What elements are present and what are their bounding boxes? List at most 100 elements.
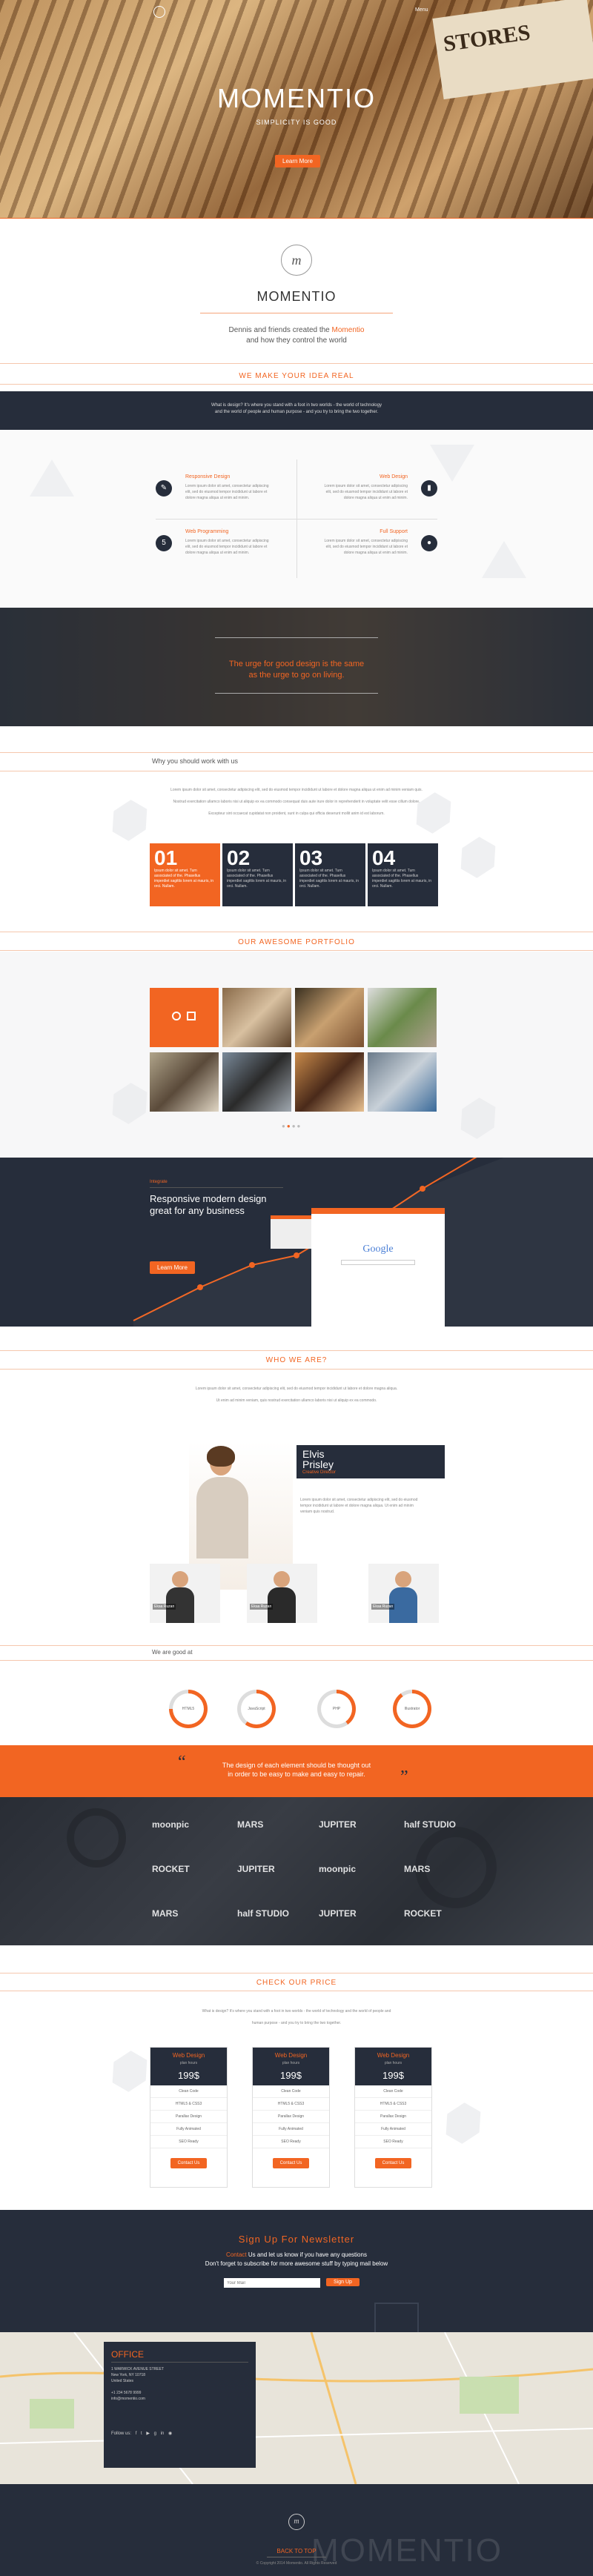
- testimonial-line2: in order to be easy to make and easy to …: [228, 1770, 365, 1778]
- search-brand-logo: Google: [362, 1244, 394, 1255]
- quote-section: The urge for good design is the same as …: [0, 608, 593, 726]
- feature-title-programming: Web Programming: [185, 529, 229, 534]
- who-bottom-line: [0, 1369, 593, 1370]
- plan-price: 199$: [382, 2070, 404, 2081]
- browser-mockup: Google: [311, 1208, 445, 1327]
- team-member-card[interactable]: Ekaa Ruzan: [247, 1564, 317, 1623]
- portfolio-item[interactable]: [150, 988, 219, 1047]
- twitter-icon[interactable]: t: [141, 2431, 142, 2436]
- clients-overlay: [0, 1797, 593, 1945]
- step-text: Ipsum dolor sit amet. Turn associated of…: [154, 869, 214, 889]
- pricing-card: Web Design plan hours 199$ Clean Code HTML5 …: [354, 2047, 432, 2188]
- plan-feature: Clean Code: [253, 2085, 329, 2098]
- plan-feature: Fully Animated: [355, 2123, 431, 2136]
- plan-price: 199$: [178, 2070, 199, 2081]
- office-address-1: 1 WARWICK AVENUE STREET: [111, 2367, 165, 2371]
- intro-logo-icon: m: [281, 245, 312, 276]
- paint-roller-icon: ▮: [421, 480, 437, 497]
- map-section: [0, 2332, 593, 2484]
- google-plus-icon[interactable]: g: [154, 2431, 156, 2436]
- hero-subtitle: SIMPLICITY IS GOOD: [256, 119, 337, 126]
- feature-title-web-design: Web Design: [379, 474, 408, 479]
- footer-copyright: © Copyright 2014 Momentio. All Rights Re…: [256, 2561, 337, 2566]
- plan-contact-button[interactable]: Contact Us: [272, 2158, 310, 2168]
- plan-feature: SEO Ready: [150, 2136, 227, 2148]
- person-last-name: Prisley: [302, 1458, 334, 1470]
- rss-icon[interactable]: ◉: [168, 2431, 172, 2436]
- feature-title-responsive: Responsive Design: [185, 474, 231, 479]
- plan-sub: plan hours: [179, 2061, 198, 2065]
- idea-band-text-1: What is design? It's where you stand wit…: [211, 403, 382, 408]
- footer-logo-icon[interactable]: m: [288, 2514, 305, 2530]
- growth-learn-more-button[interactable]: Learn More: [150, 1261, 195, 1274]
- portfolio-item[interactable]: [150, 1052, 219, 1112]
- team-member-card[interactable]: Ekaa Ruzan: [150, 1564, 220, 1623]
- plan-contact-button[interactable]: Contact Us: [374, 2158, 412, 2168]
- client-logo: half STUDIO: [237, 1908, 290, 1919]
- team-member-photo: [172, 1571, 188, 1587]
- facebook-icon[interactable]: f: [136, 2431, 137, 2436]
- plan-contact-button[interactable]: Contact Us: [170, 2158, 208, 2168]
- skill-label: PHP: [321, 1693, 352, 1724]
- office-address-3: United States: [111, 2379, 134, 2383]
- youtube-icon[interactable]: ▶: [146, 2431, 150, 2436]
- hero-menu-link[interactable]: Menu: [415, 7, 428, 13]
- follow-label: Follow us:: [111, 2431, 132, 2436]
- skills-bottom-line: [0, 1660, 593, 1661]
- step-card: 02 Ipsum dolor sit amet. Turn associated …: [222, 843, 293, 906]
- client-logo: half STUDIO: [404, 1819, 457, 1830]
- feature-text-web-design: Lorem ipsum dolor sit amet, consectetur …: [324, 484, 408, 500]
- newsletter-heading: Sign Up For Newsletter: [238, 2234, 355, 2245]
- deco-triangle: [30, 459, 74, 497]
- link-icon[interactable]: [187, 1012, 196, 1020]
- idea-band: What is design? It's where you stand wit…: [0, 391, 593, 430]
- search-icon[interactable]: [172, 1012, 181, 1020]
- linkedin-icon[interactable]: in: [161, 2431, 165, 2436]
- portfolio-item[interactable]: [368, 1052, 437, 1112]
- portfolio-item[interactable]: [368, 988, 437, 1047]
- hero-logo-icon[interactable]: [153, 6, 165, 18]
- compass-icon: ✎: [156, 480, 172, 497]
- team-member-card[interactable]: Ekaa Ruzan: [368, 1564, 439, 1623]
- plan-feature: HTML5 & CSS3: [150, 2098, 227, 2111]
- hero-divider: [0, 218, 593, 219]
- deco-hexagon: [105, 1078, 155, 1129]
- plan-header: Web Design plan hours 199$: [150, 2048, 227, 2085]
- portfolio-item[interactable]: [295, 1052, 364, 1112]
- step-card: 04 Ipsum dolor sit amet. Turn associated …: [368, 843, 438, 906]
- newsletter-email-input[interactable]: [224, 2278, 320, 2288]
- testimonial-band: “ The design of each element should be t…: [0, 1745, 593, 1797]
- why-text-1: Lorem ipsum dolor sit amet, consectetur …: [170, 788, 423, 792]
- clients-section: [0, 1797, 593, 1945]
- quote-line2: as the urge to go on living.: [248, 671, 345, 680]
- deco-hexagon: [453, 832, 503, 883]
- search-box: [341, 1260, 415, 1265]
- portfolio-heading: OUR AWESOME PORTFOLIO: [238, 938, 355, 946]
- step-text: Ipsum dolor sit amet. Turn associated of…: [299, 869, 360, 889]
- plan-name: Web Design: [172, 2052, 205, 2059]
- plan-feature: Clean Code: [150, 2085, 227, 2098]
- who-top-line: [0, 1350, 593, 1351]
- html5-icon: 5: [156, 535, 172, 551]
- portfolio-item[interactable]: [295, 988, 364, 1047]
- step-card: 01 Ipsum dolor sit amet. Turn associated …: [150, 843, 220, 906]
- portfolio-item[interactable]: [222, 1052, 291, 1112]
- client-logo: MARS: [152, 1908, 179, 1919]
- pricing-card: Web Design plan hours 199$ Clean Code HTML5 …: [150, 2047, 228, 2188]
- newsletter-contact-link[interactable]: Contact: [226, 2251, 247, 2258]
- office-title-line: [111, 2362, 248, 2363]
- growth-point: [197, 1284, 203, 1290]
- portfolio-item[interactable]: [222, 988, 291, 1047]
- plan-header: Web Design plan hours 199$: [253, 2048, 329, 2085]
- growth-point: [249, 1262, 255, 1268]
- features-section: [0, 430, 593, 608]
- client-logo: MARS: [237, 1819, 264, 1830]
- hero-learn-more-button[interactable]: Learn More: [275, 155, 320, 167]
- office-email[interactable]: info@momentio.com: [111, 2397, 248, 2401]
- idea-bottom-line: [0, 384, 593, 385]
- newsletter-signup-button[interactable]: Sign Up: [326, 2278, 360, 2286]
- skill-label: Illustrator: [397, 1693, 428, 1724]
- person-bio: Lorem ipsum dolor sit amet, consectetur …: [300, 1498, 418, 1514]
- carousel-dots[interactable]: ●●●●: [282, 1123, 302, 1129]
- back-to-top-link[interactable]: BACK TO TOP: [0, 2548, 593, 2555]
